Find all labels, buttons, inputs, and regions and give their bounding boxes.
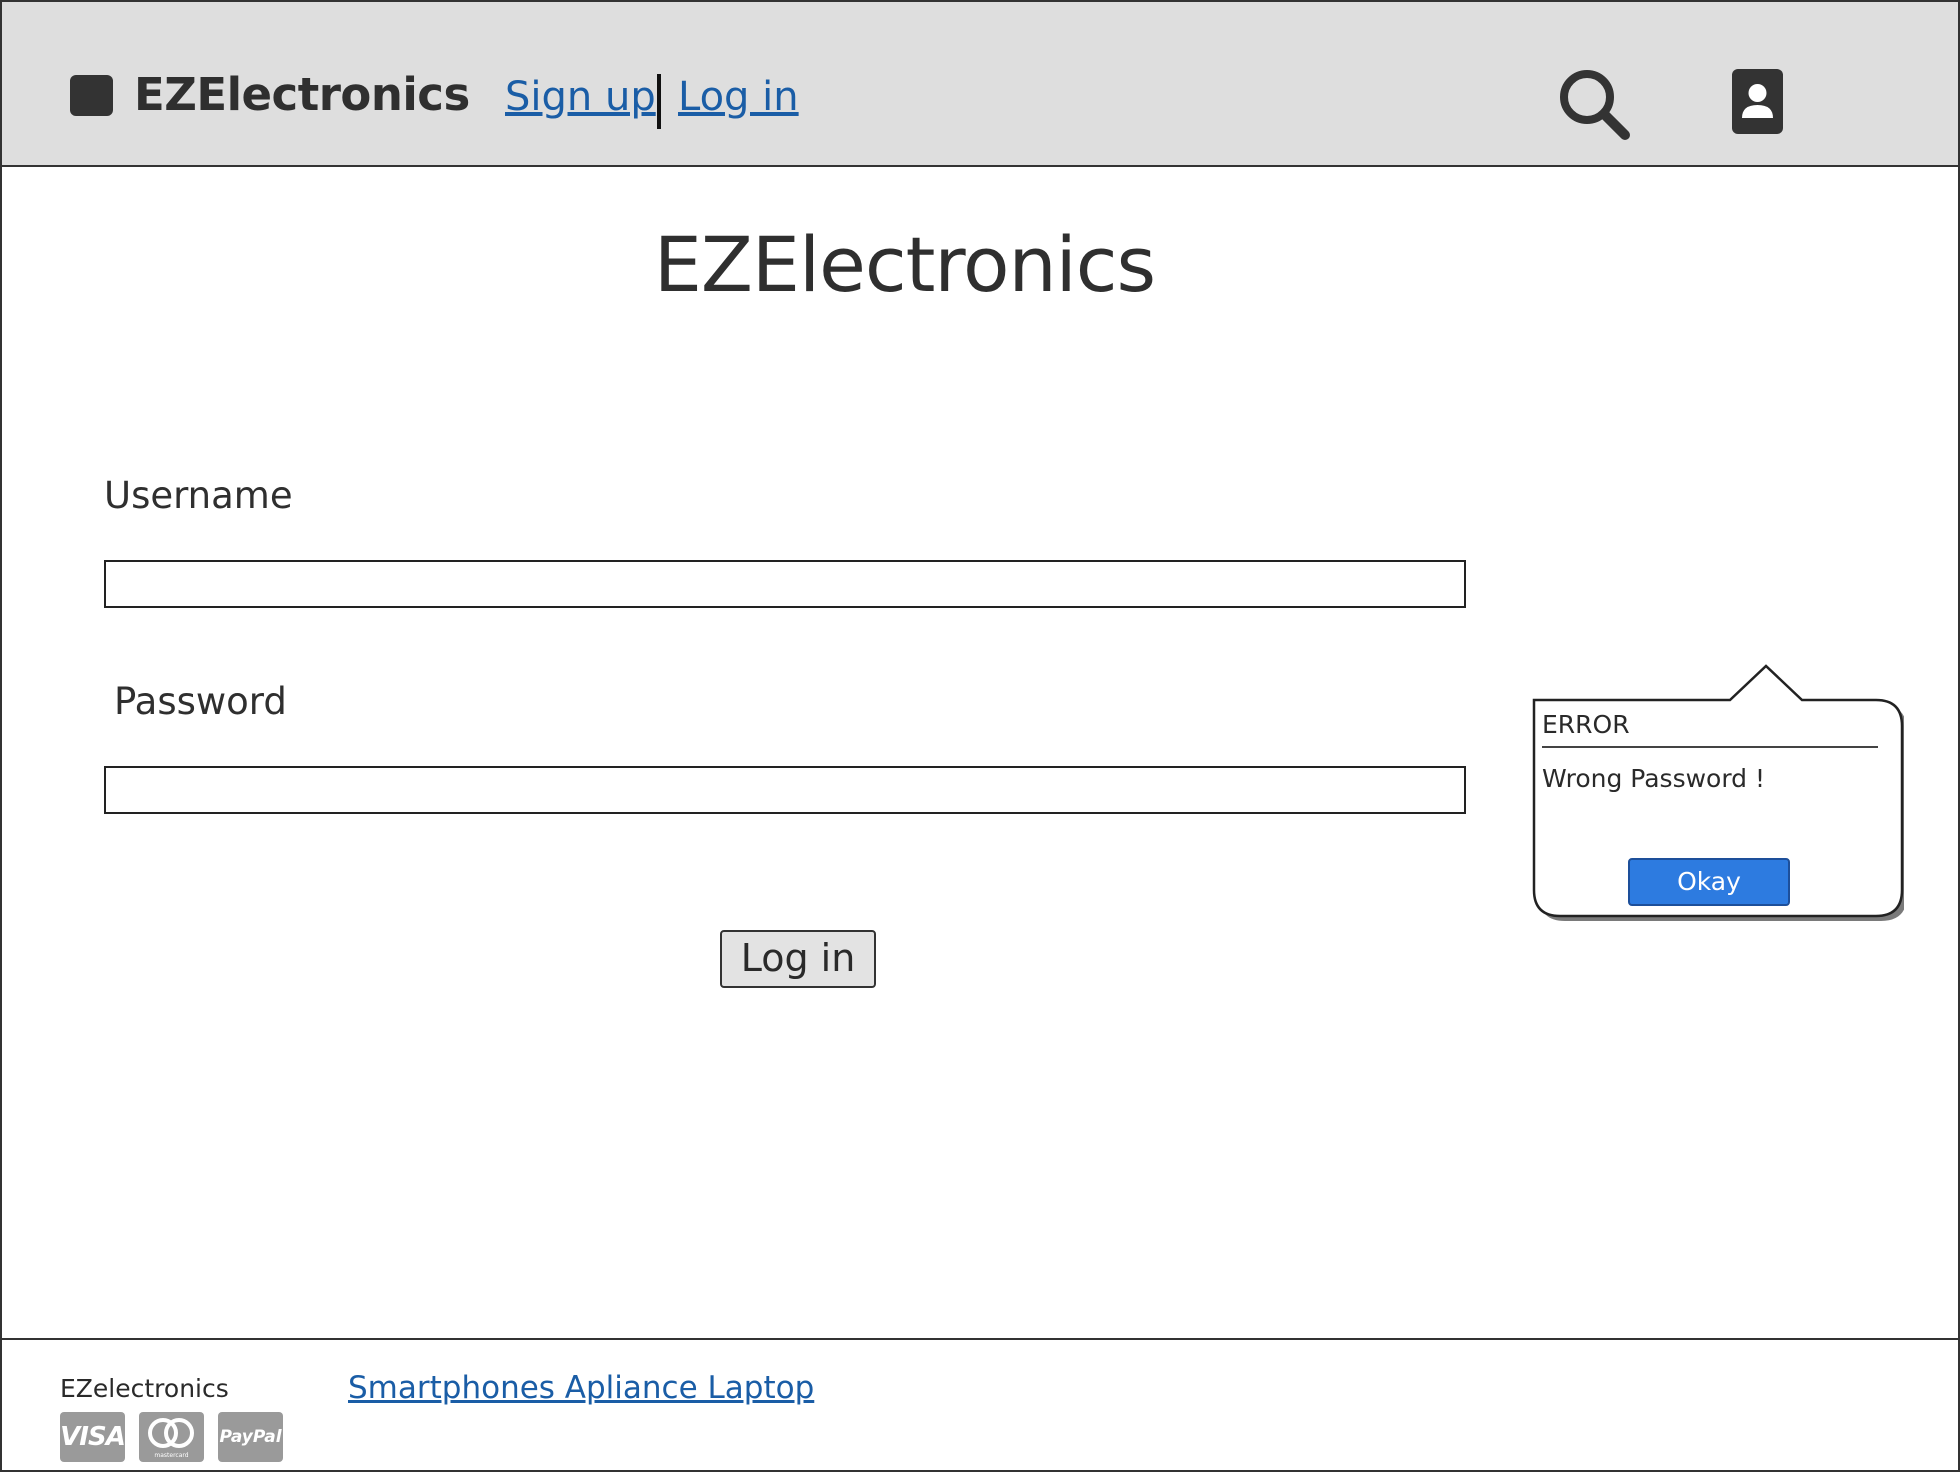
- error-title: ERROR: [1542, 710, 1630, 739]
- okay-button[interactable]: Okay: [1628, 858, 1790, 906]
- footer: EZelectronics Smartphones Apliance Lapto…: [2, 1338, 1958, 1470]
- error-message: Wrong Password !: [1542, 764, 1766, 793]
- nav-divider: [657, 74, 661, 129]
- logo-square-icon: [70, 75, 113, 116]
- footer-brand: EZelectronics: [60, 1374, 229, 1403]
- username-label: Username: [104, 474, 293, 517]
- password-input[interactable]: [104, 766, 1466, 814]
- popup-divider: [1542, 746, 1878, 748]
- password-label: Password: [114, 680, 287, 723]
- header-brand[interactable]: EZElectronics: [134, 68, 470, 121]
- page-title: EZElectronics: [653, 220, 1156, 309]
- mastercard-logo-graphic: mastercard: [148, 1418, 194, 1459]
- login-link[interactable]: Log in: [678, 74, 799, 120]
- user-icon[interactable]: [1732, 69, 1783, 134]
- username-input[interactable]: [104, 560, 1466, 608]
- mastercard-icon: mastercard: [139, 1412, 204, 1462]
- app-window: EZElectronics Sign up Log in EZElectroni…: [0, 0, 1960, 1472]
- visa-icon: VISA: [60, 1412, 126, 1462]
- footer-category-links[interactable]: Smartphones Apliance Laptop: [348, 1370, 814, 1406]
- search-icon[interactable]: [1558, 68, 1630, 140]
- header-bar: EZElectronics Sign up Log in: [2, 2, 1958, 167]
- error-popup: ERROR Wrong Password ! Okay: [1522, 652, 1904, 932]
- login-button[interactable]: Log in: [720, 930, 876, 988]
- signup-link[interactable]: Sign up: [505, 74, 656, 120]
- paypal-icon: PayPal: [218, 1412, 283, 1462]
- mastercard-text: mastercard: [154, 1452, 188, 1459]
